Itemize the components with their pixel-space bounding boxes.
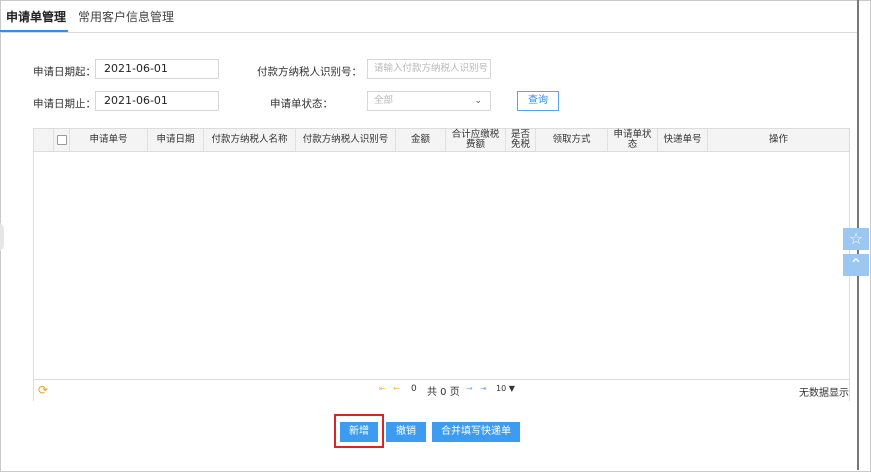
chevron-up-icon[interactable]: ⌃ — [843, 254, 869, 276]
taxpayer-id-label: 付款方纳税人识别号： — [257, 66, 362, 78]
start-date-input[interactable]: 2021-06-01 — [95, 59, 219, 79]
col-payer-name[interactable]: 付款方纳税人名称 — [204, 129, 296, 151]
revoke-button[interactable]: 撤销 — [386, 422, 426, 442]
next-page-icon[interactable]: → — [466, 384, 473, 394]
active-tab-indicator — [0, 30, 68, 32]
col-amount[interactable]: 金额 — [396, 129, 446, 151]
grid-pager: ⟳ ⇤ ← 0 共 0 页 → ⇥ 10 ▼ 无数据显示 — [34, 379, 849, 401]
tab-customer-info-management[interactable]: 常用客户信息管理 — [78, 8, 174, 25]
tab-application-management[interactable]: 申请单管理 — [6, 8, 66, 25]
end-date-input[interactable]: 2021-06-01 — [95, 91, 219, 111]
status-select[interactable]: 全部 ⌄ — [367, 91, 491, 111]
current-page-input[interactable]: 0 — [411, 384, 417, 394]
first-page-icon[interactable]: ⇤ — [379, 384, 386, 394]
merge-express-button[interactable]: 合并填写快递单 — [432, 422, 520, 442]
application-grid: 申请单号 申请日期 付款方纳税人名称 付款方纳税人识别号 金额 合计应缴税 费额… — [33, 128, 850, 401]
col-operations[interactable]: 操作 — [708, 129, 849, 151]
col-tax-exempt[interactable]: 是否 免税 — [506, 129, 536, 151]
end-date-label: 申请日期止： — [33, 98, 96, 110]
col-express-no[interactable]: 快递单号 — [658, 129, 708, 151]
status-label: 申请单状态： — [270, 98, 333, 110]
no-data-text: 无数据显示 — [799, 388, 849, 399]
col-status[interactable]: 申请单状 态 — [608, 129, 658, 151]
col-payer-taxpayer-id[interactable]: 付款方纳税人识别号 — [296, 129, 396, 151]
tab-bar: 申请单管理 常用客户信息管理 — [0, 0, 858, 33]
row-number-header — [34, 129, 54, 151]
add-button[interactable]: 新增 — [340, 422, 378, 442]
select-all-checkbox[interactable] — [56, 135, 67, 145]
start-date-label: 申请日期起： — [33, 66, 96, 78]
star-icon[interactable]: ☆ — [843, 228, 869, 250]
last-page-icon[interactable]: ⇥ — [480, 384, 487, 394]
col-pickup-method[interactable]: 领取方式 — [536, 129, 608, 151]
taxpayer-id-input[interactable]: 请输入付款方纳税人识别号 — [367, 59, 491, 79]
status-select-value: 全部 — [374, 95, 394, 106]
total-pages-text: 共 0 页 — [427, 387, 460, 398]
col-application-no[interactable]: 申请单号 — [70, 129, 148, 151]
refresh-icon[interactable]: ⟳ — [38, 383, 48, 397]
query-button[interactable]: 查询 — [517, 91, 559, 111]
col-total-tax[interactable]: 合计应缴税 费额 — [446, 129, 506, 151]
prev-page-icon[interactable]: ← — [393, 384, 400, 394]
select-all-header — [54, 129, 70, 151]
chevron-down-icon: ⌄ — [474, 96, 482, 106]
page-size-select[interactable]: 10 ▼ — [496, 384, 515, 393]
grid-header: 申请单号 申请日期 付款方纳税人名称 付款方纳税人识别号 金额 合计应缴税 费额… — [34, 129, 849, 152]
col-application-date[interactable]: 申请日期 — [148, 129, 204, 151]
